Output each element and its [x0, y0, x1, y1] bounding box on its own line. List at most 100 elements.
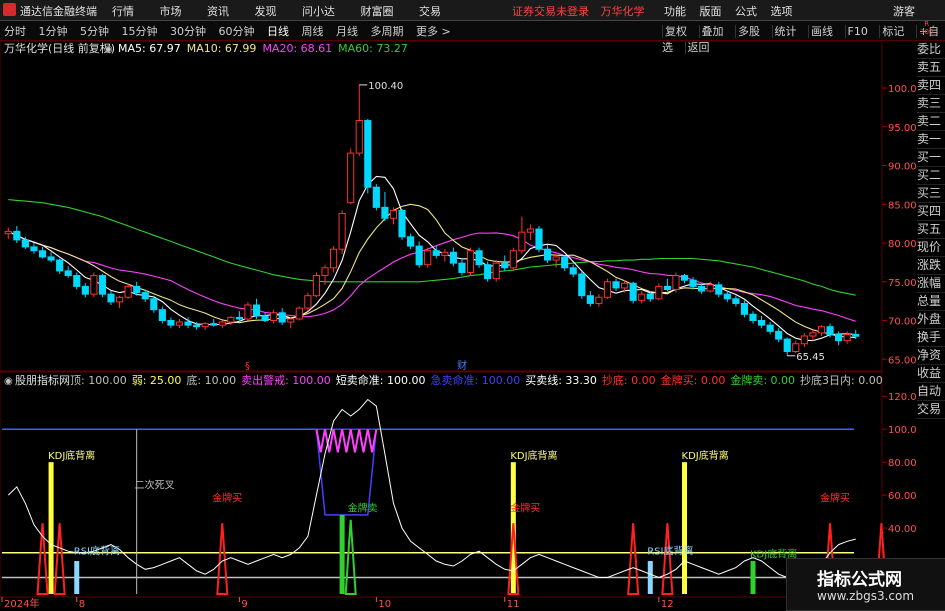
bottom-spike — [627, 523, 640, 595]
side-panel-item[interactable]: 买四 — [917, 203, 945, 221]
candle — [561, 255, 569, 271]
tab-daily[interactable]: 日线 — [267, 25, 289, 38]
stats-button[interactable]: 统计 — [771, 25, 799, 38]
candle-body — [175, 321, 184, 326]
side-panel-item[interactable]: 卖四 — [917, 77, 945, 95]
candle — [81, 283, 89, 298]
signal-label: KDJ底背离 — [48, 449, 95, 462]
price-tick-label: 95.00 — [888, 123, 917, 134]
candle — [740, 300, 749, 318]
side-panel-item[interactable]: 收益 — [917, 365, 945, 383]
tab-1min[interactable]: 1分钟 — [39, 25, 68, 38]
tab-monthly[interactable]: 月线 — [336, 25, 358, 38]
candle — [672, 272, 680, 293]
side-panel-item[interactable]: 自动 — [917, 383, 945, 401]
indicator-legend-entry: 急卖命准: 100.00 — [431, 373, 521, 387]
tab-multi-period[interactable]: 多周期 — [371, 25, 404, 38]
candle — [347, 148, 355, 205]
candle — [518, 216, 526, 254]
candle — [424, 247, 432, 268]
side-panel-item[interactable]: 卖一 — [917, 131, 945, 149]
signal-bar — [48, 462, 54, 594]
menu-item-function[interactable]: 功能 — [664, 5, 686, 18]
candle — [115, 295, 124, 309]
candle — [304, 292, 312, 312]
candle-body — [218, 321, 226, 326]
menu-item-news[interactable]: 资讯 — [207, 5, 229, 18]
candle-body — [304, 295, 312, 309]
candle — [732, 295, 740, 307]
menu-item-options[interactable]: 选项 — [771, 5, 793, 18]
adjust-button[interactable]: 复权 — [662, 25, 689, 38]
side-panel-item[interactable]: 涨跌 — [917, 257, 945, 275]
chart-area: 100.40 65.45 § 财 65.00 70.00 75.00 80.00 85.00 9… — [0, 41, 917, 609]
login-status[interactable]: 证券交易未登录 — [512, 5, 589, 18]
candle — [270, 309, 278, 324]
candle-body — [321, 267, 329, 277]
menu-item-quotes[interactable]: 行情 — [112, 5, 134, 18]
candle — [158, 306, 166, 324]
multi-stock-button[interactable]: 多股 — [735, 25, 762, 38]
candle — [775, 328, 783, 343]
side-panel-item[interactable]: 交易 — [917, 401, 945, 419]
draw-line-button[interactable]: 画线 — [808, 25, 835, 38]
tab-minute-chart[interactable]: 分时 — [4, 25, 26, 38]
signal-label: 二次死叉 — [135, 479, 175, 492]
side-panel-item[interactable]: 现价 — [917, 239, 945, 257]
user-guest[interactable]: 游客 — [893, 3, 915, 19]
side-panel-item[interactable]: 卖二 — [917, 113, 945, 131]
overlay-button[interactable]: 叠加 — [698, 25, 726, 38]
candle-body — [458, 262, 466, 273]
candle-body — [800, 335, 808, 345]
menu-item-ask[interactable]: 问小达 — [302, 5, 335, 18]
candle — [680, 274, 689, 284]
side-panel-item[interactable]: 买三 — [917, 185, 945, 203]
candle-body — [561, 256, 569, 269]
menu-item-market[interactable]: 市场 — [160, 5, 182, 18]
menu-item-wealth[interactable]: 财富圈 — [361, 5, 394, 18]
tab-15min[interactable]: 15分钟 — [122, 25, 158, 38]
side-panel-item[interactable]: 卖五 — [917, 59, 945, 77]
menu-item-layout[interactable]: 版面 — [700, 5, 722, 18]
ma-toggle-icon[interactable]: ◉ — [104, 44, 113, 55]
side-panel-item[interactable]: 涨幅 — [917, 275, 945, 293]
ma-legend: MA5: 67.97 MA10: 67.99 MA20: 68.61 MA60: 73… — [118, 42, 408, 55]
menu-item-trade[interactable]: 交易 — [419, 5, 441, 18]
signal-label: KDJ底背离 — [510, 449, 557, 462]
candle-body — [235, 316, 243, 320]
tab-more[interactable]: 更多 > — [416, 25, 451, 38]
candle-body — [364, 120, 372, 188]
f10-button[interactable]: F10 — [844, 25, 870, 38]
tab-60min[interactable]: 60分钟 — [219, 25, 255, 38]
candle — [595, 294, 603, 307]
side-panel-item[interactable]: 买二 — [917, 167, 945, 185]
side-panel-item[interactable]: 买一 — [917, 149, 945, 167]
candle — [698, 283, 706, 295]
menu-item-formula[interactable]: 公式 — [735, 5, 757, 18]
moving-average-lines — [8, 175, 856, 342]
candle-body — [193, 324, 201, 328]
candle-body — [484, 264, 492, 280]
price-tick-label: 80.00 — [888, 239, 917, 250]
candle-body — [706, 284, 714, 292]
side-panel-item[interactable]: 买五 — [917, 221, 945, 239]
candle-body — [73, 275, 81, 287]
candle-body — [338, 213, 346, 250]
side-panel-item[interactable]: 总量 — [917, 293, 945, 311]
side-panel-item[interactable]: 卖三 — [917, 95, 945, 113]
tab-weekly[interactable]: 周线 — [302, 25, 324, 38]
indicator-toggle-icon[interactable]: ◉ — [4, 376, 13, 387]
tab-30min[interactable]: 30分钟 — [170, 25, 206, 38]
side-panel-item[interactable]: 换手 — [917, 329, 945, 347]
candle — [783, 337, 791, 356]
side-panel-item[interactable]: 外盘 — [917, 311, 945, 329]
side-panel-item[interactable]: 净资 — [917, 347, 945, 365]
tab-5min[interactable]: 5分钟 — [80, 25, 109, 38]
ma-legend-entry: MA60: 73.27 — [338, 42, 408, 55]
candle — [372, 184, 380, 211]
side-panel-item[interactable]: 委比 — [917, 41, 945, 59]
mark-button[interactable]: 标记 — [879, 25, 907, 38]
candle-body — [115, 296, 124, 303]
menu-item-discover[interactable]: 发现 — [255, 5, 277, 18]
candle-body — [252, 304, 261, 317]
